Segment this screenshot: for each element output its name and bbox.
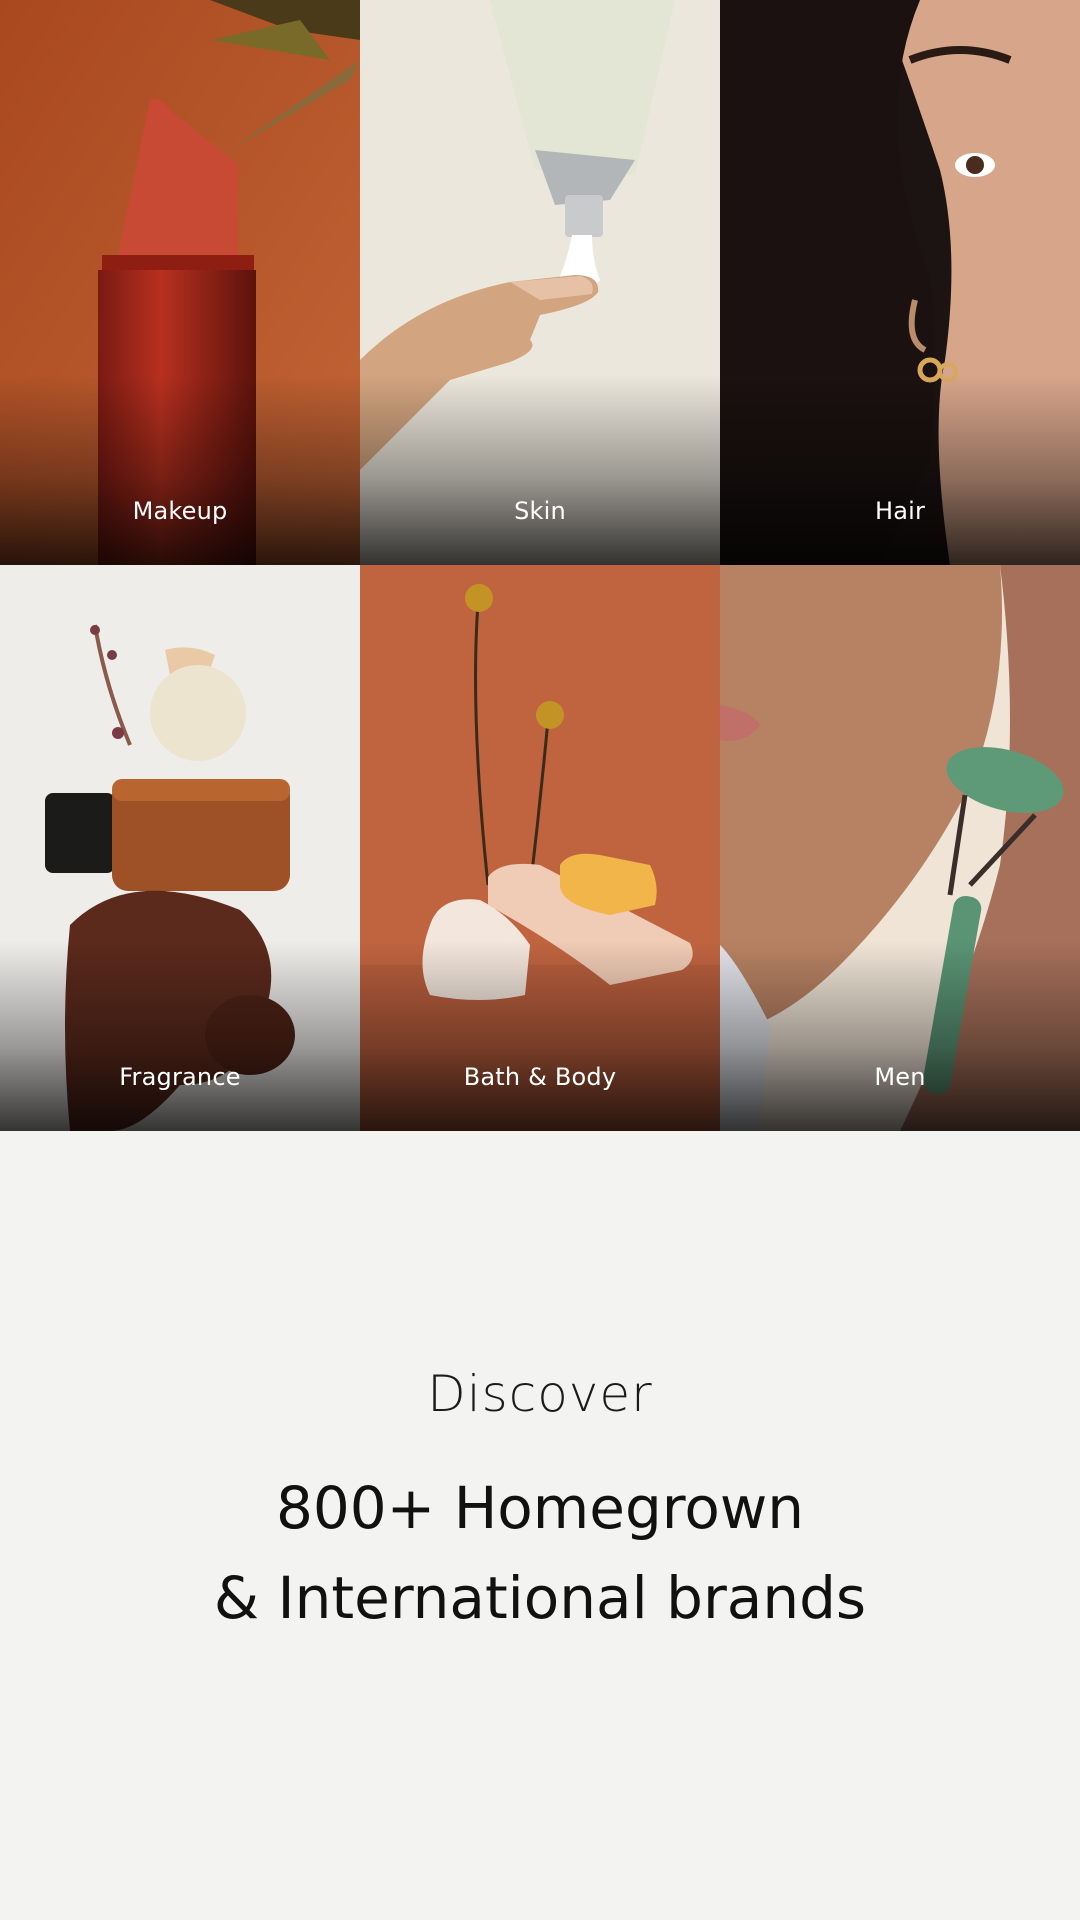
brands-headline: 800+ Homegrown & International brands <box>0 1463 1080 1643</box>
category-grid: Makeup Skin Hair Fragrance Bath & Body M… <box>0 0 1080 1131</box>
soap-bar-photo <box>360 565 720 1131</box>
category-tile-makeup[interactable]: Makeup <box>0 0 360 565</box>
face-roller-photo <box>720 565 1080 1131</box>
lipstick-photo <box>0 0 360 565</box>
cream-tube-photo <box>360 0 720 565</box>
category-tile-bath-body[interactable]: Bath & Body <box>360 565 720 1131</box>
woman-face-photo <box>720 0 1080 565</box>
perfume-bottle-photo <box>0 565 360 1131</box>
brands-headline-line-1: 800+ Homegrown <box>275 1474 805 1542</box>
category-label-bath-body: Bath & Body <box>463 1063 617 1091</box>
category-tile-men[interactable]: Men <box>720 565 1080 1131</box>
category-label-makeup: Makeup <box>132 497 228 525</box>
category-label-men: Men <box>874 1063 926 1091</box>
discover-eyebrow: Discover <box>427 1365 653 1423</box>
category-label-skin: Skin <box>514 497 566 525</box>
category-label-fragrance: Fragrance <box>119 1063 241 1091</box>
brands-headline-line-2: & International brands <box>213 1564 867 1632</box>
category-tile-skin[interactable]: Skin <box>360 0 720 565</box>
category-label-hair: Hair <box>874 497 926 525</box>
category-tile-hair[interactable]: Hair <box>720 0 1080 565</box>
category-tile-fragrance[interactable]: Fragrance <box>0 565 360 1131</box>
